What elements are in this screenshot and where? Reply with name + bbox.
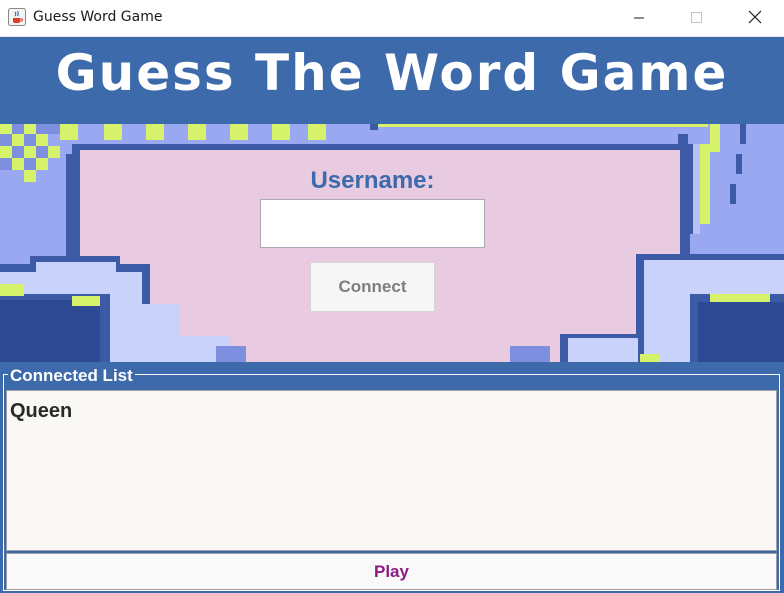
connect-button[interactable]: Connect bbox=[310, 262, 435, 312]
maximize-button[interactable] bbox=[668, 0, 726, 36]
list-item[interactable]: Queen bbox=[7, 391, 776, 423]
username-input[interactable] bbox=[260, 199, 485, 248]
play-button[interactable]: Play bbox=[6, 553, 777, 590]
username-label: Username: bbox=[310, 167, 435, 194]
window-title: Guess Word Game bbox=[33, 9, 163, 25]
game-title: Guess The Word Game bbox=[55, 44, 729, 102]
header-banner: Guess The Word Game bbox=[0, 37, 784, 124]
minimize-icon bbox=[633, 9, 645, 28]
close-button[interactable] bbox=[726, 0, 784, 36]
window-titlebar: Guess Word Game bbox=[0, 0, 784, 37]
connected-list-title: Connected List bbox=[8, 366, 135, 386]
connected-list[interactable]: Queen bbox=[6, 390, 777, 551]
maximize-icon bbox=[691, 9, 703, 28]
close-icon bbox=[748, 9, 762, 28]
java-cup-icon bbox=[8, 8, 26, 26]
minimize-button[interactable] bbox=[610, 0, 668, 36]
